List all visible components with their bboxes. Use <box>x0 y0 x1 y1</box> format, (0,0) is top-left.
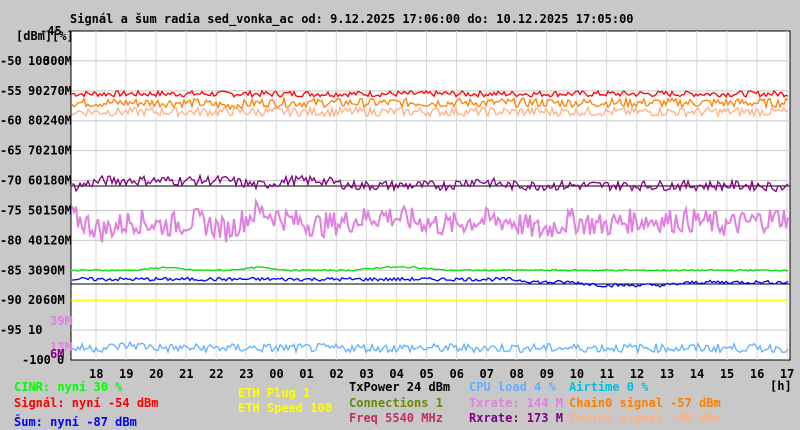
y-tick-pct: 80 <box>28 114 42 128</box>
y-tick-pct: 60 <box>28 174 42 188</box>
y-tick-dbm: -100 <box>22 353 51 367</box>
legend-rxrate: Rxrate: 173 M <box>469 411 563 425</box>
y-tick-rate: 300M <box>43 54 72 68</box>
x-tick: 05 <box>419 367 433 381</box>
y-tick-rate: 90M <box>43 263 65 277</box>
legend-freq: Freq 5540 MHz <box>349 411 443 425</box>
connections-label: Connections <box>349 396 429 410</box>
x-tick: 14 <box>690 367 704 381</box>
y-tick-pct: 40 <box>28 233 42 247</box>
y-tick-pct: 30 <box>28 263 42 277</box>
signal-noise-chart: -45-50-55-60-65-70-75-80-85-90-95-100100… <box>0 24 794 393</box>
y-tick-rate: 60M <box>43 293 65 307</box>
connections-value: 1 <box>435 396 443 410</box>
x-tick: 00 <box>269 367 283 381</box>
y-tick-dbm: -55 <box>0 84 22 98</box>
y-tick-pct: 20 <box>28 293 42 307</box>
x-tick: 11 <box>600 367 614 381</box>
x-tick: 06 <box>449 367 463 381</box>
x-tick: 19 <box>119 367 133 381</box>
x-tick: 03 <box>359 367 373 381</box>
y-tick-dbm: -60 <box>0 114 22 128</box>
x-tick: 15 <box>720 367 734 381</box>
y-tick-pct: 10 <box>28 323 42 337</box>
x-tick: 08 <box>510 367 524 381</box>
y-tick-dbm: -50 <box>0 54 22 68</box>
legend-cpu: CPU load 4 % <box>469 380 556 394</box>
legend-noise: Šum: nyní -87 dBm <box>14 415 137 429</box>
legend-txrate: Txrate: 144 M <box>469 396 563 410</box>
legend-eth-speed: ETH Speed 100 <box>238 401 332 415</box>
legend-cinr: CINR: nyní 30 % <box>14 380 123 394</box>
y-tick-pct: 90 <box>28 84 42 98</box>
x-tick: 04 <box>389 367 403 381</box>
y-tick-rate: 210M <box>43 144 72 158</box>
y-tick-rate: 150M <box>43 203 72 217</box>
x-tick: 13 <box>660 367 674 381</box>
y-tick-dbm: -65 <box>0 144 22 158</box>
x-tick: 20 <box>149 367 163 381</box>
y-rate-marker: 6M <box>50 347 64 361</box>
legend-txpower: TxPower 24 dBm <box>349 380 451 394</box>
legend-chain0: Chain0 signal -57 dBm <box>569 396 721 410</box>
x-tick: 09 <box>540 367 554 381</box>
y-tick-rate: 180M <box>43 174 72 188</box>
x-tick: 22 <box>209 367 223 381</box>
y-unit-pct: [%] <box>52 29 74 43</box>
y-tick-dbm: -75 <box>0 203 22 217</box>
x-tick: 18 <box>89 367 103 381</box>
y-tick-pct: 50 <box>28 203 42 217</box>
legend-signal: Signál: nyní -54 dBm <box>14 396 159 410</box>
y-unit-dbm: [dBm] <box>16 29 52 43</box>
y-tick-pct: 70 <box>28 144 42 158</box>
y-tick-rate: 270M <box>43 84 72 98</box>
x-tick: 21 <box>179 367 193 381</box>
y-tick-dbm: -80 <box>0 233 22 247</box>
x-axis-unit: [h] <box>770 379 792 393</box>
x-tick: 02 <box>329 367 343 381</box>
y-tick-dbm: -90 <box>0 293 22 307</box>
plot-area <box>70 30 791 361</box>
legend-connections: Connections 1 <box>349 396 443 410</box>
x-tick: 23 <box>239 367 253 381</box>
y-tick-dbm: -70 <box>0 174 22 188</box>
x-tick: 01 <box>299 367 313 381</box>
x-tick: 10 <box>570 367 584 381</box>
y-tick-rate: 120M <box>43 233 72 247</box>
x-tick: 07 <box>480 367 494 381</box>
y-tick-dbm: -95 <box>0 323 22 337</box>
legend-eth-plug: ETH Plug 1 <box>238 386 311 400</box>
legend-chain1: Chain1 signal -58 dBm <box>569 411 721 425</box>
y-tick-dbm: -85 <box>0 263 22 277</box>
y-tick-rate: 240M <box>43 114 72 128</box>
x-tick: 16 <box>750 367 764 381</box>
legend-airtime: Airtime 0 % <box>569 380 649 394</box>
x-tick: 12 <box>630 367 644 381</box>
y-rate-marker: 39M <box>50 314 72 328</box>
